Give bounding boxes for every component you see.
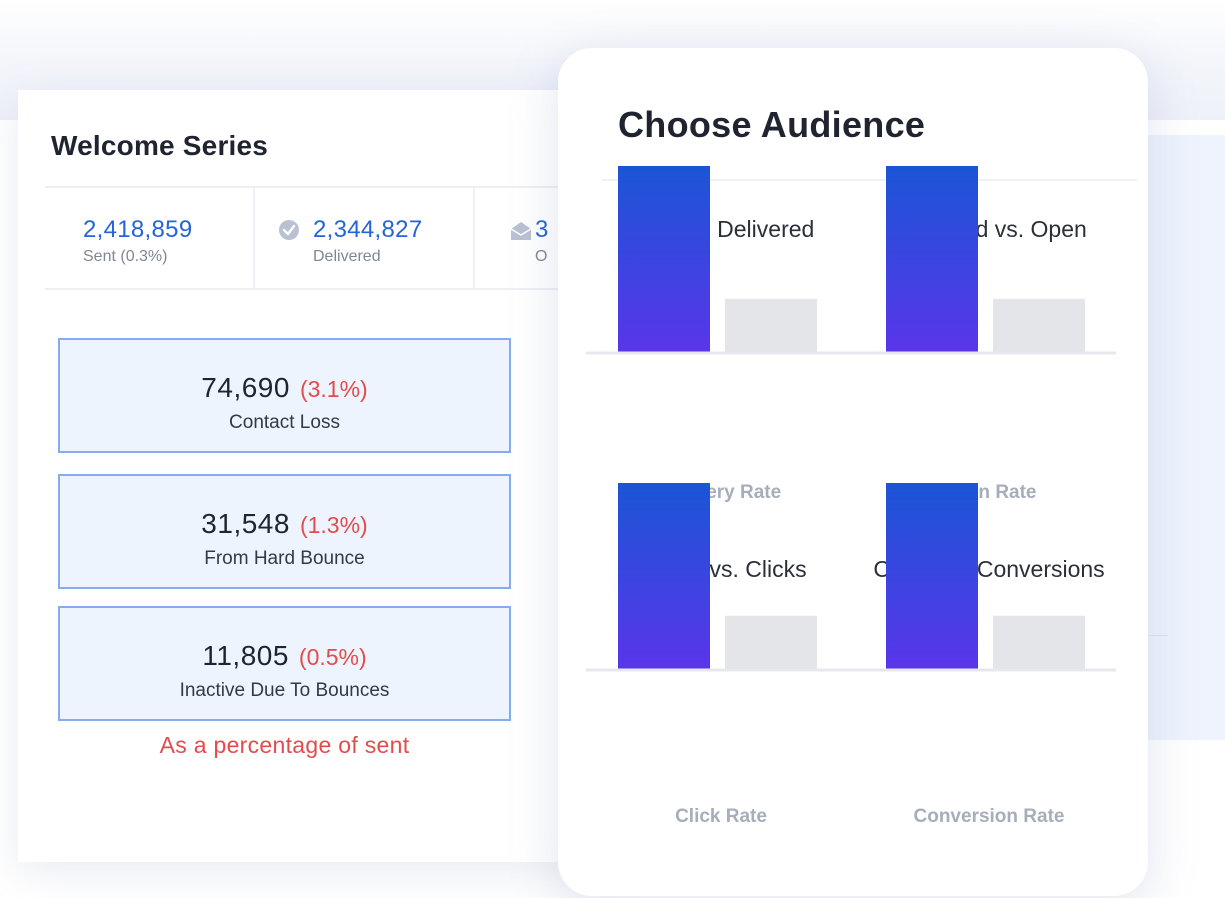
chart-plot bbox=[824, 166, 1116, 355]
chart-bar-primary bbox=[886, 483, 978, 670]
campaign-panel: Welcome Series 2,418,859 Sent (0.3%) 2,3… bbox=[18, 90, 618, 862]
chart-open-rate[interactable]: Delivered vs. Open Open Rate bbox=[824, 166, 1124, 503]
chart-plot bbox=[586, 166, 848, 355]
loss-value-line: 11,805 (0.5%) bbox=[60, 640, 509, 672]
background-panel-right bbox=[1148, 135, 1225, 740]
chart-conversion-rate[interactable]: Clicks vs. Conversions Conversion Rate bbox=[824, 483, 1124, 836]
loss-value: 11,805 bbox=[202, 640, 289, 671]
chart-x-label: Click Rate bbox=[675, 806, 767, 827]
chart-bar-primary bbox=[618, 483, 710, 670]
check-circle-icon bbox=[279, 220, 299, 240]
chart-delivery-rate[interactable]: Sent vs. Delivered Delivery Rate bbox=[586, 166, 856, 503]
loss-percent: (0.5%) bbox=[298, 644, 367, 670]
loss-value: 31,548 bbox=[201, 508, 290, 539]
stat-sent-label: Sent (0.3%) bbox=[83, 248, 168, 265]
loss-value-line: 74,690 (3.1%) bbox=[60, 372, 509, 404]
stat-opened-label: O bbox=[535, 248, 548, 265]
stat-sent-value: 2,418,859 bbox=[83, 216, 193, 243]
loss-label: From Hard Bounce bbox=[204, 548, 365, 569]
background-divider bbox=[1148, 635, 1168, 636]
hard-bounce-card: 31,548 (1.3%) From Hard Bounce bbox=[58, 474, 511, 589]
envelope-open-icon bbox=[509, 220, 533, 247]
chart-bar-secondary bbox=[725, 298, 817, 353]
choose-audience-card: Choose Audience Sent vs. Delivered Deliv… bbox=[558, 48, 1148, 896]
stat-delivered[interactable]: 2,344,827 Delivered bbox=[255, 188, 475, 288]
loss-value: 74,690 bbox=[201, 372, 290, 403]
stats-row: 2,418,859 Sent (0.3%) 2,344,827 Delivere… bbox=[45, 186, 605, 290]
stat-opened-value: 3 bbox=[535, 216, 549, 243]
audience-title: Choose Audience bbox=[618, 104, 926, 145]
chart-bar-primary bbox=[886, 166, 978, 353]
inactive-bounces-card: 11,805 (0.5%) Inactive Due To Bounces bbox=[58, 606, 511, 721]
chart-click-rate[interactable]: Opens vs. Clicks Click Rate bbox=[586, 483, 856, 836]
chart-bar-secondary bbox=[993, 615, 1085, 670]
contact-loss-card: 74,690 (3.1%) Contact Loss bbox=[58, 338, 511, 453]
chart-bar-secondary bbox=[725, 615, 817, 670]
chart-plot bbox=[824, 483, 1116, 672]
loss-value-line: 31,548 (1.3%) bbox=[60, 508, 509, 540]
stat-delivered-value: 2,344,827 bbox=[313, 216, 423, 243]
stat-sent[interactable]: 2,418,859 Sent (0.3%) bbox=[45, 188, 255, 288]
stat-delivered-label: Delivered bbox=[313, 248, 381, 265]
campaign-title: Welcome Series bbox=[51, 130, 269, 161]
percentage-footnote: As a percentage of sent bbox=[159, 732, 410, 758]
loss-percent: (1.3%) bbox=[299, 512, 368, 538]
chart-plot bbox=[586, 483, 848, 672]
chart-x-label: Conversion Rate bbox=[913, 806, 1065, 827]
chart-bar-primary bbox=[618, 166, 710, 353]
loss-percent: (3.1%) bbox=[299, 376, 368, 402]
loss-label: Contact Loss bbox=[229, 412, 340, 433]
chart-bar-secondary bbox=[993, 298, 1085, 353]
loss-label: Inactive Due To Bounces bbox=[179, 680, 390, 701]
